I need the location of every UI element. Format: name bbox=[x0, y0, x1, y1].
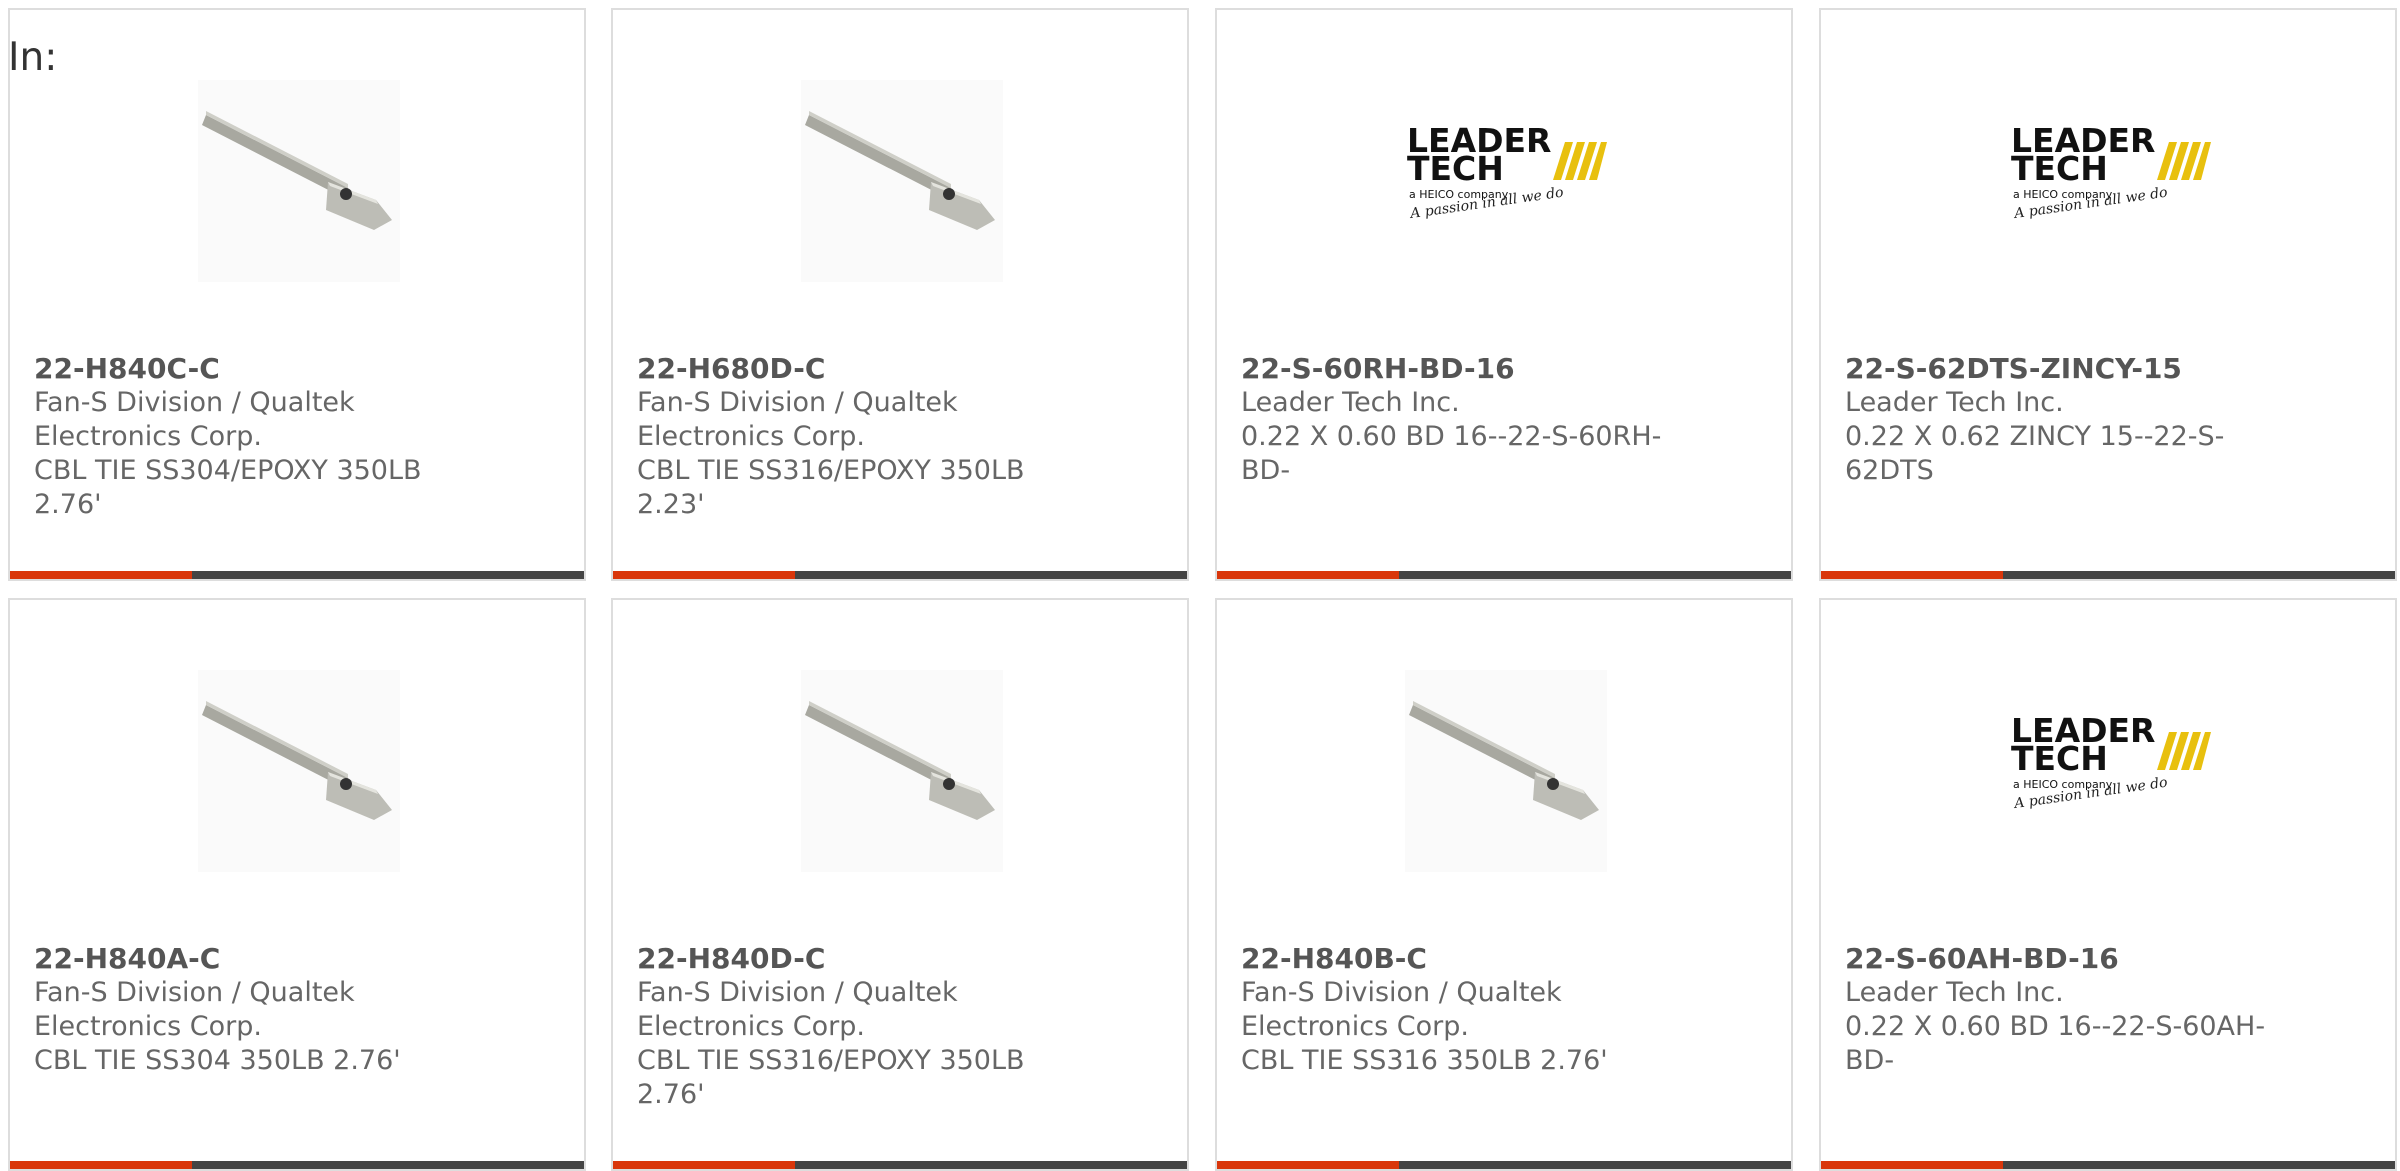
manufacturer: Electronics Corp. bbox=[34, 1011, 262, 1042]
product-card[interactable]: LEADER TECH a HEICO company A passion in… bbox=[1819, 598, 2397, 1171]
product-card[interactable]: LEADER TECH a HEICO company A passion in… bbox=[1215, 8, 1793, 581]
leader-tech-logo[interactable]: LEADER TECH a HEICO company A passion in… bbox=[2009, 670, 2211, 872]
product-info: 22-H840A-C Fan-S Division / Qualtek Elec… bbox=[34, 942, 464, 1078]
part-number[interactable]: 22-H840D-C bbox=[637, 942, 1067, 976]
card-bottom-bar bbox=[1821, 1161, 2395, 1169]
cable-tie-image[interactable] bbox=[1405, 670, 1607, 872]
card-bottom-bar bbox=[1217, 1161, 1791, 1169]
card-bottom-bar bbox=[10, 571, 584, 579]
description: BD- bbox=[1241, 455, 1291, 486]
part-number[interactable]: 22-S-62DTS-ZINCY-15 bbox=[1845, 352, 2275, 386]
product-info: 22-H680D-C Fan-S Division / Qualtek Elec… bbox=[637, 352, 1067, 522]
description: 62DTS bbox=[1845, 455, 1934, 486]
description: CBL TIE SS316/EPOXY 350LB bbox=[637, 1045, 1025, 1076]
description: 2.23' bbox=[637, 489, 705, 520]
manufacturer: Fan-S Division / Qualtek bbox=[1241, 977, 1562, 1008]
description: BD- bbox=[1845, 1045, 1895, 1076]
card-accent bbox=[1821, 571, 2003, 579]
product-card[interactable]: 22-H840D-C Fan-S Division / Qualtek Elec… bbox=[611, 598, 1189, 1171]
description: 0.22 X 0.62 ZINCY 15--22-S- bbox=[1845, 421, 2225, 452]
product-info: 22-S-62DTS-ZINCY-15 Leader Tech Inc. 0.2… bbox=[1845, 352, 2275, 488]
manufacturer: Fan-S Division / Qualtek bbox=[637, 977, 958, 1008]
part-number[interactable]: 22-H680D-C bbox=[637, 352, 1067, 386]
manufacturer: Leader Tech Inc. bbox=[1845, 387, 2064, 418]
card-accent bbox=[613, 1161, 795, 1169]
svg-text:TECH: TECH bbox=[2011, 739, 2108, 778]
manufacturer: Leader Tech Inc. bbox=[1845, 977, 2064, 1008]
product-info: 22-S-60AH-BD-16 Leader Tech Inc. 0.22 X … bbox=[1845, 942, 2275, 1078]
card-accent bbox=[10, 571, 192, 579]
description: CBL TIE SS304/EPOXY 350LB bbox=[34, 455, 422, 486]
product-card[interactable]: 22-H840B-C Fan-S Division / Qualtek Elec… bbox=[1215, 598, 1793, 1171]
product-card[interactable]: 22-H680D-C Fan-S Division / Qualtek Elec… bbox=[611, 8, 1189, 581]
card-bottom-bar bbox=[613, 1161, 1187, 1169]
part-number[interactable]: 22-S-60RH-BD-16 bbox=[1241, 352, 1671, 386]
manufacturer: Leader Tech Inc. bbox=[1241, 387, 1460, 418]
svg-text:TECH: TECH bbox=[2011, 149, 2108, 188]
manufacturer: Fan-S Division / Qualtek bbox=[34, 977, 355, 1008]
description: CBL TIE SS304 350LB 2.76' bbox=[34, 1045, 401, 1076]
card-bottom-bar bbox=[1821, 571, 2395, 579]
manufacturer: Electronics Corp. bbox=[34, 421, 262, 452]
description: 0.22 X 0.60 BD 16--22-S-60AH- bbox=[1845, 1011, 2266, 1042]
cable-tie-image[interactable] bbox=[801, 670, 1003, 872]
filter-in-label: In: bbox=[8, 35, 58, 80]
product-info: 22-H840D-C Fan-S Division / Qualtek Elec… bbox=[637, 942, 1067, 1112]
card-accent bbox=[1217, 1161, 1399, 1169]
manufacturer: Fan-S Division / Qualtek bbox=[637, 387, 958, 418]
description: CBL TIE SS316 350LB 2.76' bbox=[1241, 1045, 1608, 1076]
leader-tech-logo[interactable]: LEADER TECH a HEICO company A passion in… bbox=[2009, 80, 2211, 282]
card-bottom-bar bbox=[613, 571, 1187, 579]
product-card[interactable]: 22-H840C-C Fan-S Division / Qualtek Elec… bbox=[8, 8, 586, 581]
product-info: 22-H840B-C Fan-S Division / Qualtek Elec… bbox=[1241, 942, 1671, 1078]
description: 2.76' bbox=[34, 489, 102, 520]
part-number[interactable]: 22-S-60AH-BD-16 bbox=[1845, 942, 2275, 976]
card-accent bbox=[613, 571, 795, 579]
description: 2.76' bbox=[637, 1079, 705, 1110]
part-number[interactable]: 22-H840C-C bbox=[34, 352, 464, 386]
card-accent bbox=[1821, 1161, 2003, 1169]
product-grid: 22-H840C-C Fan-S Division / Qualtek Elec… bbox=[0, 0, 2400, 1171]
cable-tie-image[interactable] bbox=[801, 80, 1003, 282]
leader-tech-logo[interactable]: LEADER TECH a HEICO company A passion in… bbox=[1405, 80, 1607, 282]
manufacturer: Electronics Corp. bbox=[1241, 1011, 1469, 1042]
card-accent bbox=[1217, 571, 1399, 579]
description: CBL TIE SS316/EPOXY 350LB bbox=[637, 455, 1025, 486]
part-number[interactable]: 22-H840A-C bbox=[34, 942, 464, 976]
card-bottom-bar bbox=[1217, 571, 1791, 579]
description: 0.22 X 0.60 BD 16--22-S-60RH- bbox=[1241, 421, 1662, 452]
card-accent bbox=[10, 1161, 192, 1169]
cable-tie-image[interactable] bbox=[198, 670, 400, 872]
product-card[interactable]: 22-H840A-C Fan-S Division / Qualtek Elec… bbox=[8, 598, 586, 1171]
manufacturer: Fan-S Division / Qualtek bbox=[34, 387, 355, 418]
part-number[interactable]: 22-H840B-C bbox=[1241, 942, 1671, 976]
product-card[interactable]: LEADER TECH a HEICO company A passion in… bbox=[1819, 8, 2397, 581]
product-info: 22-S-60RH-BD-16 Leader Tech Inc. 0.22 X … bbox=[1241, 352, 1671, 488]
manufacturer: Electronics Corp. bbox=[637, 421, 865, 452]
svg-text:TECH: TECH bbox=[1407, 149, 1504, 188]
product-info: 22-H840C-C Fan-S Division / Qualtek Elec… bbox=[34, 352, 464, 522]
cable-tie-image[interactable] bbox=[198, 80, 400, 282]
card-bottom-bar bbox=[10, 1161, 584, 1169]
manufacturer: Electronics Corp. bbox=[637, 1011, 865, 1042]
